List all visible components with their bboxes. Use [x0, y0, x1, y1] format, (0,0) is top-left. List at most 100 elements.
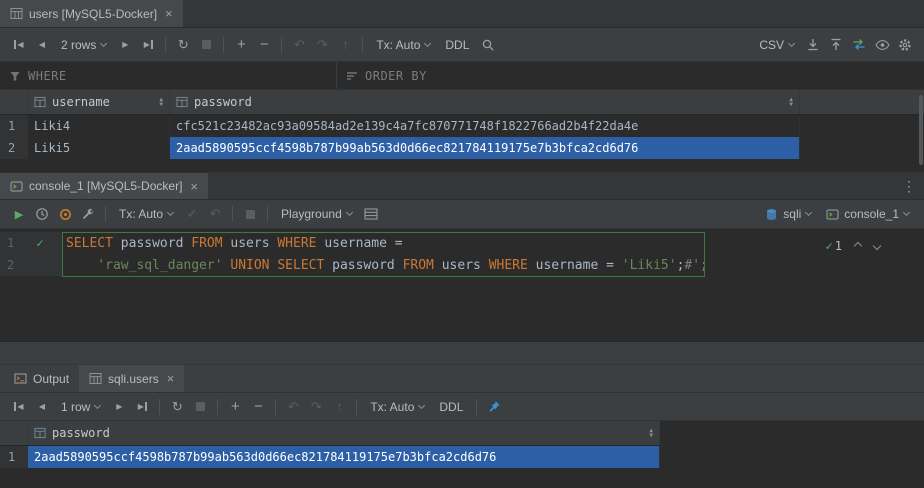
first-page-button[interactable]: ◀	[8, 396, 30, 417]
revert-icon[interactable]: ↶	[288, 34, 310, 55]
tx-mode-dropdown[interactable]: Tx: Auto	[112, 204, 180, 225]
page-size-label: 2 rows	[61, 38, 96, 52]
grid-corner-cell[interactable]	[0, 421, 28, 445]
delete-row-button[interactable]: −	[253, 34, 275, 55]
vertical-scrollbar[interactable]	[919, 95, 923, 165]
execution-status-widget: ✓1	[826, 239, 880, 253]
delete-row-button[interactable]: −	[247, 396, 269, 417]
add-row-button[interactable]: +	[224, 396, 246, 417]
close-icon[interactable]: ×	[165, 6, 173, 21]
transpose-icon[interactable]	[848, 34, 870, 55]
playground-dropdown[interactable]: Playground	[274, 204, 359, 225]
table-row[interactable]: 2 Liki5 2aad5890595ccf4598b787b99ab563d0…	[0, 137, 924, 159]
sort-toggle-icon[interactable]: ▲▼	[649, 428, 653, 438]
where-filter-field[interactable]: WHERE	[0, 62, 337, 89]
kebab-menu-icon[interactable]: ⋮	[902, 178, 916, 195]
close-icon[interactable]: ×	[167, 371, 175, 386]
separator	[217, 399, 218, 415]
results-layout-icon[interactable]	[360, 204, 382, 225]
prev-page-button[interactable]: ◀	[31, 34, 53, 55]
search-icon[interactable]	[477, 34, 499, 55]
row-number[interactable]: 1	[0, 446, 28, 468]
export-format-dropdown[interactable]: CSV	[752, 34, 801, 55]
submit-icon[interactable]: ↑	[328, 396, 350, 417]
tx-mode-label: Tx: Auto	[376, 38, 420, 52]
last-page-button[interactable]: ▶	[131, 396, 153, 417]
row-number[interactable]: 2	[0, 137, 28, 159]
tab-sqli-users-result[interactable]: sqli.users ×	[79, 365, 184, 392]
submit-icon[interactable]: ↑	[334, 34, 356, 55]
page-size-dropdown[interactable]: 1 row	[54, 396, 107, 417]
gear-icon[interactable]	[894, 34, 916, 55]
code-line[interactable]: SELECT password FROM users WHERE usernam…	[62, 236, 403, 251]
order-by-filter-field[interactable]: ORDER BY	[337, 62, 436, 89]
cell-password-selected[interactable]: 2aad5890595ccf4598b787b99ab563d0d66ec821…	[170, 137, 800, 159]
rollback-icon[interactable]: ↶	[204, 204, 226, 225]
history-clock-icon[interactable]	[31, 204, 53, 225]
profiler-icon[interactable]	[54, 204, 76, 225]
wrench-icon[interactable]	[77, 204, 99, 225]
stop-icon[interactable]	[189, 396, 211, 417]
chevron-down-icon	[346, 209, 353, 216]
sql-editor[interactable]: 1 ✓ SELECT password FROM users WHERE use…	[0, 229, 924, 342]
sort-toggle-icon[interactable]: ▲▼	[789, 97, 793, 107]
eye-icon[interactable]	[871, 34, 893, 55]
last-page-button[interactable]: ▶	[137, 34, 159, 55]
close-icon[interactable]: ×	[190, 179, 198, 194]
stop-icon[interactable]	[195, 34, 217, 55]
table-row[interactable]: 1 Liki4 cfc521c23482ac93a09584ad2e139c4a…	[0, 115, 924, 137]
tx-mode-dropdown[interactable]: Tx: Auto	[363, 396, 431, 417]
result-grid-users: username ▲▼ password ▲▼ 1 Liki4 cfc521c2…	[0, 90, 924, 172]
column-icon	[34, 427, 46, 439]
prev-page-button[interactable]: ◀	[31, 396, 53, 417]
sort-toggle-icon[interactable]: ▲▼	[159, 97, 163, 107]
grid-corner-cell[interactable]	[0, 90, 28, 114]
commit-icon[interactable]: ✓	[181, 204, 203, 225]
ddl-button[interactable]: DDL	[432, 400, 470, 414]
tab-output[interactable]: Output	[4, 365, 79, 392]
refresh-icon[interactable]: ↻	[166, 396, 188, 417]
results-tab-bar: Output sqli.users ×	[0, 365, 924, 393]
tab-title: sqli.users	[108, 372, 159, 386]
revert-icon[interactable]: ↶	[282, 396, 304, 417]
ddl-button[interactable]: DDL	[438, 38, 476, 52]
redo-icon[interactable]: ↷	[311, 34, 333, 55]
pin-icon[interactable]	[483, 396, 505, 417]
column-header-password[interactable]: password ▲▼	[28, 421, 660, 445]
cell-username[interactable]: Liki5	[28, 137, 170, 159]
statement-success-icon[interactable]: ✓	[22, 236, 58, 250]
cell-password-selected[interactable]: 2aad5890595ccf4598b787b99ab563d0d66ec821…	[28, 446, 660, 468]
add-row-button[interactable]: +	[230, 34, 252, 55]
export-format-label: CSV	[759, 38, 784, 52]
page-size-dropdown[interactable]: 2 rows	[54, 34, 113, 55]
chevron-down-icon	[94, 401, 101, 408]
tx-mode-dropdown[interactable]: Tx: Auto	[369, 34, 437, 55]
schema-dropdown[interactable]: sqli	[758, 204, 818, 225]
column-header-password[interactable]: password ▲▼	[170, 90, 800, 114]
redo-icon[interactable]: ↷	[305, 396, 327, 417]
first-page-button[interactable]: ◀	[8, 34, 30, 55]
refresh-icon[interactable]: ↻	[172, 34, 194, 55]
tab-console-1[interactable]: console_1 [MySQL5-Docker] ×	[0, 173, 208, 199]
chevron-down-icon[interactable]	[873, 242, 881, 250]
editor-gutter: 1 ✓	[0, 232, 62, 254]
cell-password[interactable]: cfc521c23482ac93a09584ad2e139c4a7fc87077…	[170, 115, 800, 137]
row-number[interactable]: 1	[0, 115, 28, 137]
header-filler	[800, 90, 924, 114]
column-header-username[interactable]: username ▲▼	[28, 90, 170, 114]
playground-label: Playground	[281, 207, 342, 221]
table-row[interactable]: 1 2aad5890595ccf4598b787b99ab563d0d66ec8…	[0, 446, 660, 468]
chevron-up-icon[interactable]	[854, 242, 862, 250]
code-line[interactable]: 'raw_sql_danger' UNION SELECT password F…	[62, 258, 708, 273]
cell-username[interactable]: Liki4	[28, 115, 170, 137]
import-data-icon[interactable]	[825, 34, 847, 55]
console-session-dropdown[interactable]: console_1	[819, 204, 916, 225]
run-icon[interactable]: ▶	[8, 204, 30, 225]
export-data-icon[interactable]	[802, 34, 824, 55]
filter-funnel-icon	[9, 70, 21, 82]
next-page-button[interactable]: ▶	[114, 34, 136, 55]
separator	[232, 206, 233, 222]
tab-users-table[interactable]: users [MySQL5-Docker] ×	[0, 0, 183, 27]
next-page-button[interactable]: ▶	[108, 396, 130, 417]
stop-icon[interactable]	[239, 204, 261, 225]
